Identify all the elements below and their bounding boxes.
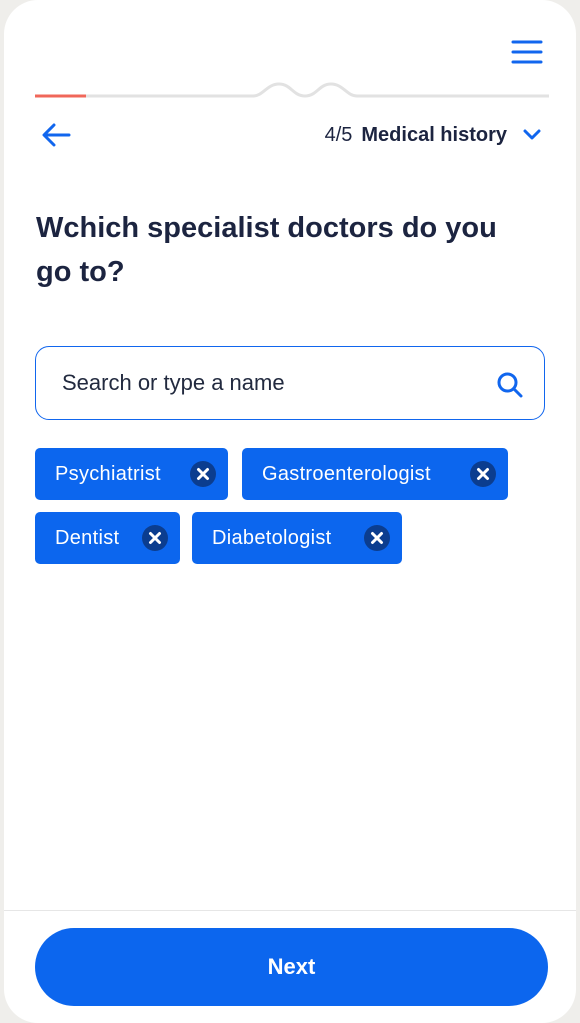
chip-label: Psychiatrist — [55, 462, 161, 485]
chip-label: Dentist — [55, 526, 120, 549]
progress-track-line — [35, 82, 549, 98]
next-button[interactable]: Next — [35, 928, 548, 1006]
arrow-left-icon — [42, 123, 71, 147]
step-count: 4/5 — [324, 123, 353, 146]
specialist-chip: Diabetologist — [192, 512, 402, 564]
footer-divider — [4, 910, 576, 911]
chevron-down-icon — [523, 129, 541, 140]
hamburger-menu-icon — [511, 40, 543, 64]
menu-button[interactable] — [510, 38, 544, 66]
remove-chip-button[interactable] — [364, 525, 390, 551]
top-bar: 4/5 Medical history — [35, 114, 549, 154]
close-icon — [197, 468, 209, 480]
progress-track — [35, 82, 549, 98]
search-icon[interactable] — [496, 371, 524, 399]
close-icon — [149, 532, 161, 544]
search-input[interactable] — [60, 369, 464, 397]
chip-label: Diabetologist — [212, 526, 332, 549]
specialist-chip: Gastroenterologist — [242, 448, 508, 500]
chip-label: Gastroenterologist — [262, 462, 431, 485]
specialist-chip: Psychiatrist — [35, 448, 228, 500]
remove-chip-button[interactable] — [142, 525, 168, 551]
close-icon — [477, 468, 489, 480]
close-icon — [371, 532, 383, 544]
specialist-chip: Dentist — [35, 512, 180, 564]
back-button[interactable] — [39, 120, 73, 150]
step-title: Medical history — [361, 123, 507, 146]
remove-chip-button[interactable] — [470, 461, 496, 487]
phone-screen: 4/5 Medical history Wchich specialist do… — [4, 0, 576, 1023]
question-heading: Wchich specialist doctors do you go to? — [36, 212, 497, 288]
remove-chip-button[interactable] — [190, 461, 216, 487]
search-field — [35, 346, 545, 420]
step-selector[interactable]: 4/5 Medical history — [325, 120, 541, 150]
